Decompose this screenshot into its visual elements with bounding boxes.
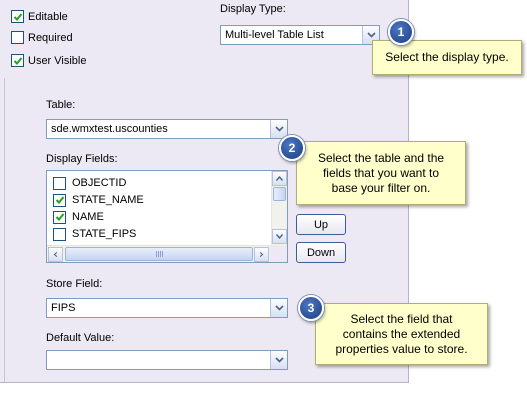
callout-2: Select the table and the fields that you…: [296, 141, 466, 205]
default-value-label: Default Value:: [46, 332, 115, 344]
required-checkbox[interactable]: Required: [11, 31, 73, 44]
vertical-scroll-thumb[interactable]: [273, 187, 286, 201]
checkmark-icon: [55, 213, 64, 221]
display-fields-list[interactable]: OBJECTID STATE_NAME NAME STATE_FIPS: [46, 170, 288, 263]
display-type-label: Display Type:: [220, 3, 286, 15]
scroll-down-icon[interactable]: [272, 229, 287, 244]
editable-check-box[interactable]: [11, 10, 24, 23]
field-name: STATE_FIPS: [72, 228, 137, 240]
checkmark-icon: [13, 56, 22, 65]
step-3-badge: 3: [298, 295, 324, 321]
up-button[interactable]: Up: [296, 214, 346, 235]
display-type-value: Multi-level Table List: [225, 29, 324, 41]
user-visible-checkbox[interactable]: User Visible: [11, 54, 87, 67]
scroll-corner: [270, 245, 287, 262]
store-field-value: FIPS: [51, 302, 76, 314]
store-field-dropdown[interactable]: FIPS: [46, 298, 288, 318]
checkmark-icon: [13, 12, 22, 21]
vertical-scrollbar[interactable]: [271, 171, 287, 245]
field-name: OBJECTID: [72, 177, 127, 189]
scroll-left-icon[interactable]: [48, 247, 63, 262]
list-item[interactable]: OBJECTID: [53, 175, 126, 191]
required-check-box[interactable]: [11, 31, 24, 44]
callout-1-text: Select the display type.: [385, 50, 509, 64]
step-1-badge: 1: [388, 19, 414, 45]
scroll-right-icon[interactable]: [254, 247, 269, 262]
panel-divider: [4, 78, 5, 383]
field-checkbox[interactable]: [53, 227, 66, 241]
field-checkbox[interactable]: [53, 193, 66, 207]
chevron-down-icon[interactable]: [270, 120, 287, 138]
table-value: sde.wmxtest.uscounties: [51, 123, 168, 135]
down-button[interactable]: Down: [296, 242, 346, 263]
chevron-down-icon[interactable]: [270, 299, 287, 317]
table-dropdown[interactable]: sde.wmxtest.uscounties: [46, 119, 288, 139]
callout-1: Select the display type.: [372, 40, 522, 75]
chevron-down-icon[interactable]: [270, 351, 287, 369]
list-item[interactable]: NAME: [53, 209, 104, 225]
display-type-dropdown[interactable]: Multi-level Table List: [220, 25, 380, 45]
scroll-up-icon[interactable]: [272, 171, 287, 186]
table-label: Table:: [46, 99, 76, 111]
list-item[interactable]: STATE_FIPS: [53, 226, 136, 242]
default-value-dropdown[interactable]: [46, 350, 288, 370]
field-name: STATE_NAME: [72, 194, 144, 206]
user-visible-check-box[interactable]: [11, 54, 24, 67]
step-2-badge: 2: [279, 135, 305, 161]
editable-label: Editable: [28, 10, 68, 23]
required-label: Required: [28, 31, 73, 44]
store-field-label: Store Field:: [46, 278, 103, 290]
display-fields-label: Display Fields:: [46, 153, 118, 165]
field-name: NAME: [72, 211, 104, 223]
checkmark-icon: [55, 196, 64, 204]
field-checkbox[interactable]: [53, 176, 66, 190]
callout-2-text: Select the table and the fields that you…: [317, 150, 445, 195]
user-visible-label: User Visible: [28, 54, 87, 67]
editable-checkbox[interactable]: Editable: [11, 10, 68, 23]
horizontal-scrollbar[interactable]: [47, 245, 271, 262]
callout-3-text: Select the field that contains the exten…: [335, 311, 468, 356]
field-checkbox[interactable]: [53, 210, 66, 224]
list-item[interactable]: STATE_NAME: [53, 192, 144, 208]
horizontal-scroll-thumb[interactable]: [65, 247, 253, 261]
callout-3: Select the field that contains the exten…: [315, 303, 488, 365]
